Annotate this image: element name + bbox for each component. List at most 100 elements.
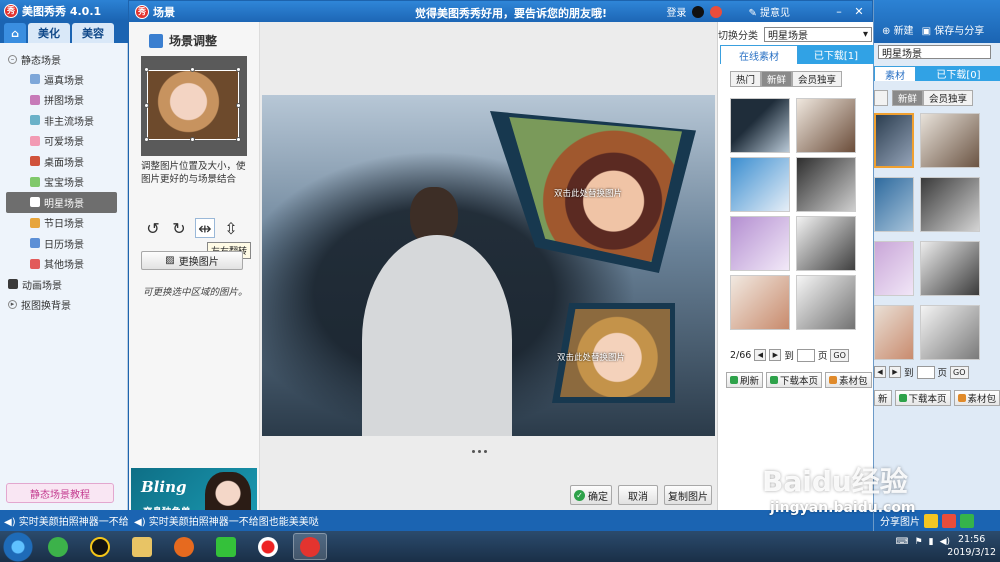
home-icon[interactable]: ⌂ (4, 23, 26, 43)
material-thumbnail[interactable] (874, 113, 914, 168)
sidebar-item-celebrity[interactable]: 明星场景 (6, 192, 117, 213)
minimize-icon[interactable]: – (832, 5, 846, 19)
bg-category-select[interactable]: 明星场景 (878, 45, 991, 60)
crop-handle[interactable] (190, 137, 195, 142)
bg-tab-downloaded[interactable]: 已下载[0] (916, 66, 1000, 81)
prev-page-icon[interactable]: ◀ (754, 349, 767, 361)
filter-vip[interactable]: 会员独享 (792, 71, 843, 87)
next-page-icon[interactable]: ▶ (769, 349, 782, 361)
crop-handle[interactable] (190, 67, 195, 72)
go-button[interactable]: GO (950, 365, 969, 379)
crop-handle[interactable] (144, 137, 149, 142)
star-icon[interactable] (924, 513, 938, 528)
static-scene-tutorial-button[interactable]: 静态场景教程 (6, 483, 114, 503)
material-thumbnail[interactable] (920, 113, 980, 168)
sidebar-item-realistic[interactable]: 逼真场景 (0, 69, 127, 90)
page-input[interactable] (916, 365, 935, 379)
bg-filter-vip[interactable]: 会员独享 (923, 90, 974, 106)
flip-vertical-icon[interactable]: ⇳ (221, 218, 241, 238)
crop-handle[interactable] (144, 103, 149, 108)
material-thumbnail[interactable] (796, 275, 856, 330)
tab-beautify[interactable]: 美化 (28, 23, 70, 43)
confirm-button[interactable]: ✓ 确定 (570, 485, 612, 505)
scene-preview[interactable]: 双击此处替换图片 双击此处替换图片 (262, 95, 715, 436)
material-thumbnail[interactable] (920, 305, 980, 360)
material-thumbnail[interactable] (874, 241, 914, 296)
material-thumbnail[interactable] (730, 98, 790, 153)
sidebar-item-cute[interactable]: 可爱场景 (0, 131, 127, 152)
sidebar-group-static[interactable]: – 静态场景 (0, 49, 127, 69)
cancel-button[interactable]: 取消 (618, 485, 658, 505)
feedback-link[interactable]: ✎ 提意见 (748, 4, 790, 19)
material-pack-button[interactable]: 素材包 (953, 390, 1000, 406)
image-crop-preview[interactable] (141, 56, 247, 156)
taskbar-app-firefox[interactable] (167, 533, 201, 560)
sidebar-item-desktop[interactable]: 桌面场景 (0, 151, 127, 172)
sidebar-item-collage[interactable]: 拼图场景 (0, 90, 127, 111)
weibo-icon[interactable] (942, 513, 956, 528)
prev-page-icon[interactable]: ◀ (874, 366, 886, 378)
material-pack-button[interactable]: 素材包 (825, 372, 872, 388)
sidebar-group-animated[interactable]: 动画场景 (0, 274, 127, 294)
crop-handle[interactable] (144, 67, 149, 72)
material-thumbnail[interactable] (730, 275, 790, 330)
material-thumbnail[interactable] (874, 177, 914, 232)
login-link[interactable]: 登录 (666, 4, 686, 19)
sidebar-item-baby[interactable]: 宝宝场景 (0, 172, 127, 193)
download-page-button[interactable]: 下载本页 (766, 372, 823, 388)
crop-handle[interactable] (236, 137, 241, 142)
bg-tab-online[interactable]: 素材 (874, 66, 916, 82)
go-button[interactable]: GO (830, 348, 849, 362)
share-image-button[interactable]: 分享图片 (880, 513, 920, 528)
tab-online-materials[interactable]: 在线素材 (720, 45, 798, 64)
next-page-icon[interactable]: ▶ (889, 366, 901, 378)
material-thumbnail[interactable] (796, 157, 856, 212)
rotate-left-icon[interactable]: ↺ (143, 218, 163, 238)
sidebar-item-alternative[interactable]: 非主流场景 (0, 110, 127, 131)
material-thumbnail[interactable] (730, 216, 790, 271)
category-select[interactable]: 明星场景 ▾ (764, 27, 872, 42)
filter-new[interactable]: 新鲜 (761, 71, 793, 87)
sidebar-item-calendar[interactable]: 日历场景 (0, 233, 127, 254)
bg-filter-hot[interactable] (874, 90, 888, 106)
qq-icon[interactable] (692, 5, 705, 18)
save-share-button[interactable]: ▣ 保存与分享 (922, 22, 985, 37)
copy-image-button[interactable]: 复制图片 (664, 485, 712, 505)
page-input[interactable] (796, 348, 815, 362)
sidebar-item-holiday[interactable]: 节日场景 (0, 213, 127, 234)
replace-image-button[interactable]: ▨ 更换图片 (141, 251, 243, 270)
material-thumbnail[interactable] (874, 305, 914, 360)
taskbar-app-360[interactable] (41, 533, 75, 560)
expand-icon[interactable]: ▸ (8, 299, 17, 309)
crop-handle[interactable] (236, 103, 241, 108)
tab-face[interactable]: 美容 (72, 23, 114, 43)
status-mid[interactable]: ◀) 实时美颜拍照神器一不给图也能美美哒 (128, 513, 319, 528)
close-icon[interactable]: ✕ (852, 5, 866, 19)
collapse-icon[interactable]: – (8, 54, 17, 64)
refresh-button[interactable]: 新 (874, 390, 892, 406)
download-page-button[interactable]: 下载本页 (894, 390, 951, 406)
material-thumbnail[interactable] (920, 241, 980, 296)
material-thumbnail[interactable] (730, 157, 790, 212)
sidebar-group-cutout[interactable]: ▸ 抠图换背景 (0, 294, 127, 314)
taskbar-app-recorder[interactable] (251, 533, 285, 560)
taskbar-app-meitu[interactable] (293, 533, 327, 560)
crop-handle[interactable] (236, 67, 241, 72)
flag-icon[interactable]: ⚑ (915, 537, 923, 547)
refresh-button[interactable]: 刷新 (726, 372, 764, 388)
material-thumbnail[interactable] (920, 177, 980, 232)
taskbar-app-qq[interactable] (83, 533, 117, 560)
material-thumbnail[interactable] (796, 216, 856, 271)
material-thumbnail[interactable] (796, 98, 856, 153)
canvas-resize-grip[interactable] (472, 450, 487, 453)
taskbar-app-explorer[interactable] (125, 533, 159, 560)
filter-hot[interactable]: 热门 (730, 71, 762, 87)
flip-horizontal-icon[interactable]: ⇹ (195, 218, 215, 238)
start-button-icon[interactable] (3, 531, 33, 562)
weibo-icon[interactable] (710, 5, 723, 18)
add-icon[interactable] (960, 513, 974, 528)
bg-filter-new[interactable]: 新鲜 (892, 90, 924, 106)
network-icon[interactable]: ▮ (929, 537, 934, 547)
rotate-right-icon[interactable]: ↻ (169, 218, 189, 238)
sidebar-item-other[interactable]: 其他场景 (0, 254, 127, 275)
